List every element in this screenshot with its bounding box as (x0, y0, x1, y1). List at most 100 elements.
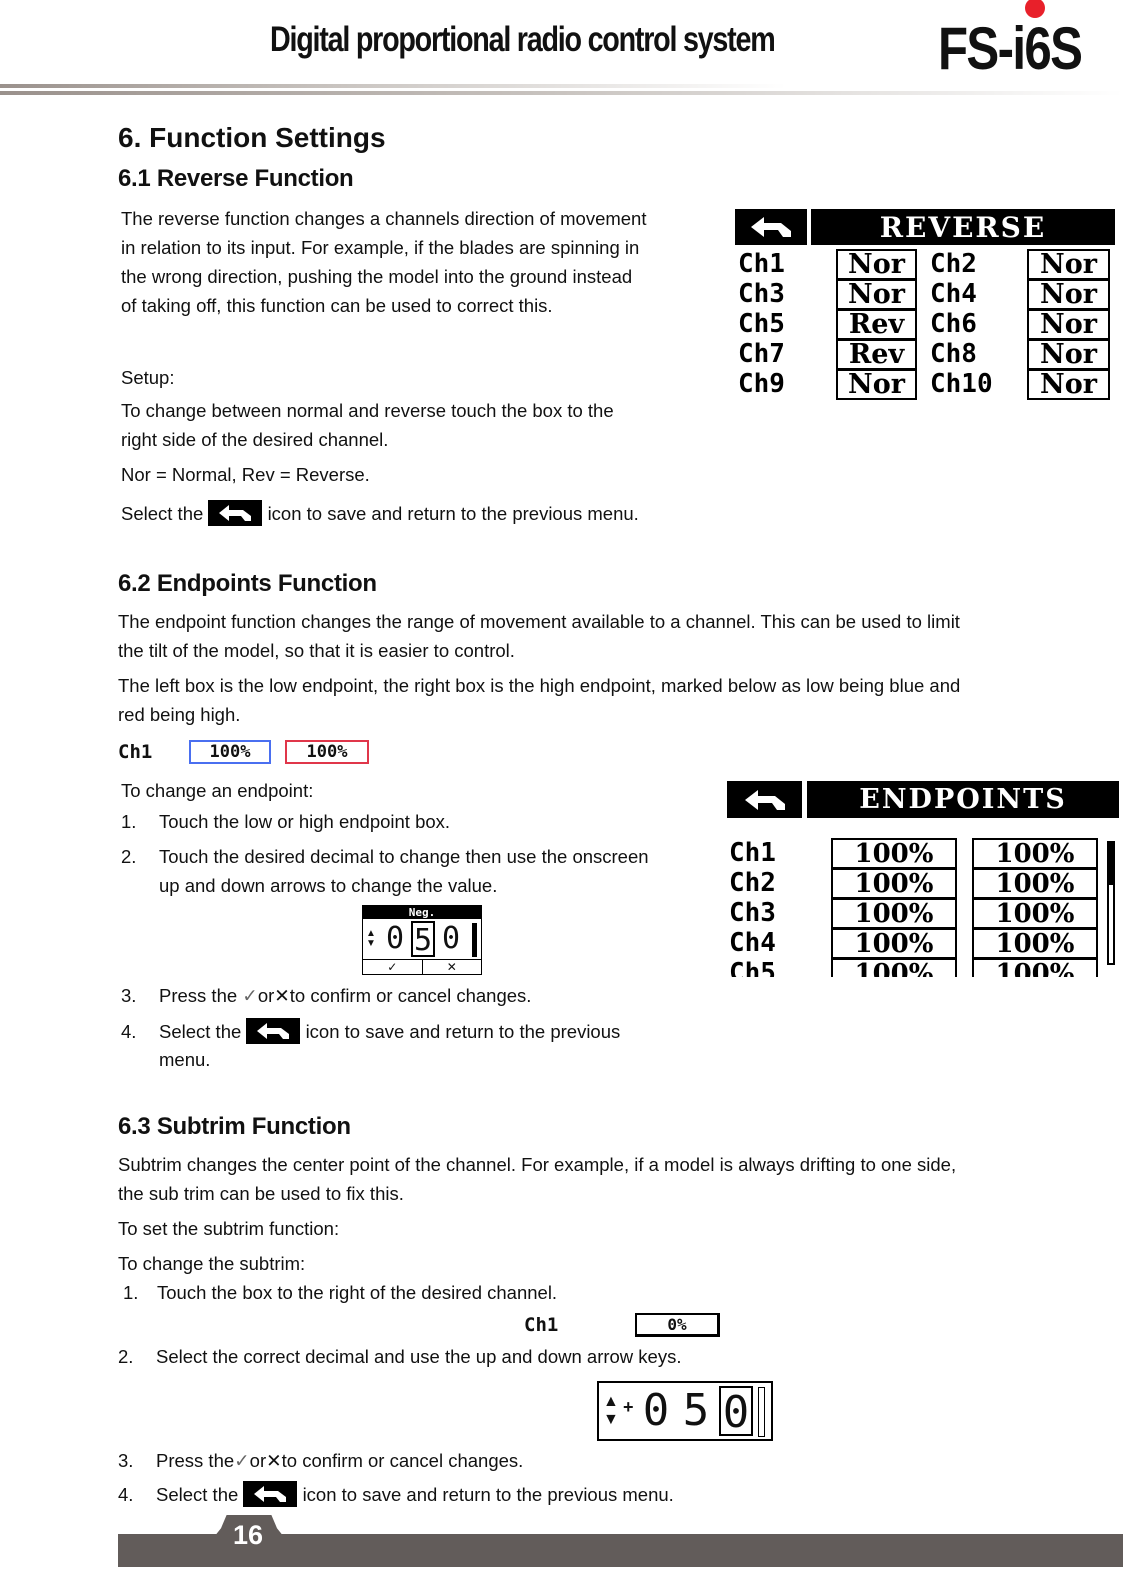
channel-label: Ch9 (738, 369, 785, 399)
step-number: 2. (118, 1346, 134, 1367)
digit[interactable]: 0 (719, 1386, 753, 1438)
step-text: to confirm or cancel changes. (289, 985, 532, 1006)
setup-label: Setup: (121, 367, 175, 388)
text-line: The endpoint function changes the range … (118, 611, 960, 632)
step-number: 1. (123, 1282, 139, 1303)
endpoint-step-3: 3. Press the ✓or✕to confirm or cancel cha… (121, 981, 531, 1010)
step-text: to confirm or cancel changes. (281, 1450, 524, 1471)
step-text: Select the correct decimal and use the u… (156, 1346, 682, 1367)
reverse-toggle[interactable]: Nor (1027, 279, 1110, 310)
channel-label: Ch1 (729, 838, 776, 868)
reverse-toggle[interactable]: Nor (1027, 339, 1110, 370)
endpoint-step-1: 1. Touch the low or high endpoint box. (121, 807, 450, 836)
step-text: Select the (156, 1484, 239, 1505)
reverse-toggle[interactable]: Nor (1027, 309, 1110, 340)
editor-actions: ✓ ✕ (363, 959, 481, 975)
reverse-toggle[interactable]: Nor (1027, 369, 1110, 400)
step-text: Touch the low or high endpoint box. (159, 811, 451, 832)
low-endpoint-box[interactable]: 100% (831, 838, 957, 869)
step-text: or (249, 1450, 267, 1471)
digit[interactable]: 0 (639, 1386, 673, 1436)
step-text: Press the (156, 1450, 235, 1471)
back-button[interactable] (727, 781, 802, 818)
subtrim-title: 6.3 Subtrim Function (118, 1113, 351, 1140)
reverse-toggle[interactable]: Nor (836, 249, 917, 280)
endpoints-title: 6.2 Endpoints Function (118, 570, 377, 597)
back-arrow-icon (751, 217, 791, 237)
scroll-indicator (472, 923, 477, 957)
text-line: the wrong direction, pushing the model i… (121, 266, 633, 287)
step-text: Touch the desired decimal to change then… (159, 846, 649, 867)
subtrim-step-1: 1. Touch the box to the right of the desi… (123, 1278, 557, 1307)
high-endpoint-box[interactable]: 100% (972, 868, 1098, 899)
digit[interactable]: 5 (411, 921, 435, 958)
subtrim-example-channel: Ch1 (524, 1314, 559, 1336)
back-arrow-icon (246, 1018, 301, 1045)
channel-label: Ch10 (930, 369, 993, 399)
scrollbar[interactable] (1107, 841, 1115, 965)
check-icon: ✓ (234, 1450, 250, 1471)
reverse-toggle[interactable]: Nor (836, 279, 917, 310)
digit[interactable]: 0 (439, 921, 463, 957)
reverse-toggle[interactable]: Rev (836, 339, 917, 370)
high-endpoint-box[interactable]: 100% (972, 928, 1098, 959)
high-endpoint-box[interactable]: 100% (972, 838, 1098, 869)
low-endpoint-box[interactable]: 100% (831, 928, 957, 959)
nor-rev-legend: Nor = Normal, Rev = Reverse. (121, 464, 370, 485)
back-arrow-icon (744, 789, 785, 810)
reverse-paragraph: The reverse function changes a channels … (121, 204, 647, 320)
low-endpoint-example: 100% (189, 740, 271, 764)
subtrim-step-3: 3. Press the✓or✕to confirm or cancel chan… (118, 1446, 523, 1475)
scrollbar-thumb[interactable] (1109, 843, 1113, 885)
channel-label: Ch3 (738, 279, 785, 309)
low-endpoint-box[interactable]: 100% (831, 868, 957, 899)
reverse-screen: REVERSE Ch1 Nor Ch2 Nor Ch3 Nor Ch4 Nor Ch5 Rev Ch… (735, 209, 1115, 403)
text-line: in relation to its input. For example, i… (121, 237, 640, 258)
step-text: Touch the box to the right of the desire… (157, 1282, 558, 1303)
example-channel-label: Ch1 (118, 741, 153, 763)
channel-label: Ch3 (729, 898, 776, 928)
low-endpoint-box[interactable]: 100% (831, 958, 957, 977)
high-endpoint-example: 100% (285, 740, 369, 764)
brand-logo: FS-i6S (938, 15, 1083, 82)
reverse-toggle[interactable]: Nor (1027, 249, 1110, 280)
cancel-button[interactable]: ✕ (423, 960, 482, 975)
channel-label: Ch5 (729, 958, 776, 977)
endpoints-paragraph: The left box is the low endpoint, the ri… (118, 671, 960, 729)
subtrim-paragraph: Subtrim changes the center point of the … (118, 1150, 956, 1208)
digit[interactable]: 5 (679, 1386, 713, 1436)
step-number: 1. (121, 811, 137, 832)
text-line: the tilt of the model, so that it is eas… (118, 640, 515, 661)
change-subtrim-label: To change the subtrim: (118, 1253, 306, 1274)
header-rule (0, 91, 1123, 95)
reverse-toggle[interactable]: Rev (836, 309, 917, 340)
screen-title: ENDPOINTS (807, 781, 1119, 818)
low-endpoint-box[interactable]: 100% (831, 898, 957, 929)
text-line: To change between normal and reverse tou… (121, 400, 614, 421)
up-down-arrows-icon[interactable]: ▲ ▼ (366, 929, 376, 949)
step-number: 4. (121, 1021, 137, 1042)
text-line: right side of the desired channel. (121, 429, 389, 450)
high-endpoint-box[interactable]: 100% (972, 898, 1098, 929)
endpoint-step-2: 2. Touch the desired decimal to change th… (121, 842, 649, 871)
editor-label: Neg. (363, 906, 481, 919)
x-icon: ✕ (274, 985, 290, 1006)
high-endpoint-box[interactable]: 100% (972, 958, 1098, 977)
check-icon: ✓ (242, 985, 258, 1006)
channel-label: Ch2 (729, 868, 776, 898)
channel-label: Ch7 (738, 339, 785, 369)
confirm-button[interactable]: ✓ (363, 960, 423, 975)
step-number: 3. (121, 985, 137, 1006)
endpoint-step-2-cont: up and down arrows to change the value. (159, 875, 498, 896)
value-editor: Neg. ▲ ▼ 050 ✓ ✕ (362, 905, 482, 975)
text: Select the (121, 503, 204, 524)
up-down-arrows-icon[interactable]: ▲ ▼ (603, 1393, 619, 1429)
reverse-toggle[interactable]: Nor (836, 369, 917, 400)
step-number: 4. (118, 1484, 134, 1505)
step-number: 2. (121, 846, 137, 867)
sign: + (623, 1397, 634, 1417)
back-button[interactable] (735, 209, 807, 245)
subtrim-step-4: 4. Select the icon to save and return to … (118, 1480, 674, 1509)
digit[interactable]: 0 (383, 921, 407, 957)
text-line: of taking off, this function can be used… (121, 295, 553, 316)
